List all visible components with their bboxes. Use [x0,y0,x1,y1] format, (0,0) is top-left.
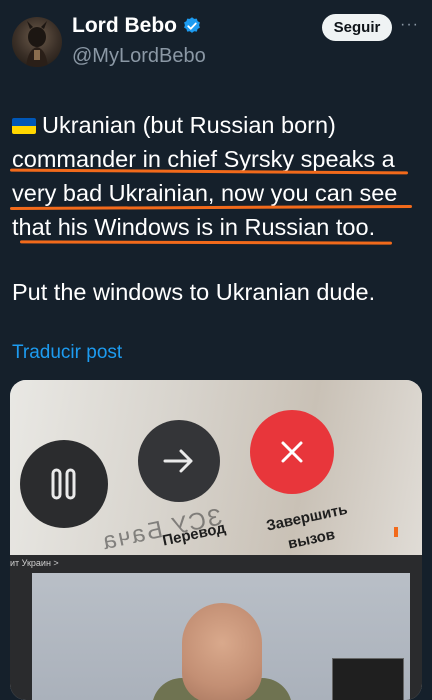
forward-arrow-icon [138,420,220,502]
person-head [182,603,262,700]
highlight-underline [19,240,393,245]
follow-button[interactable]: Seguir [322,14,392,41]
tweet-line-1: Ukranian (but Russian born) [12,108,422,142]
tweet-media[interactable]: ЗСУ Бача Перевод Завершить вызов ит Укра… [10,380,422,700]
tweet-text-line-2: Put the windows to Ukranian dude. [12,279,376,305]
display-name[interactable]: Lord Bebo [72,14,177,38]
pause-icon [20,440,108,528]
verified-badge-icon [184,17,200,33]
more-options-icon[interactable]: ··· [400,16,419,34]
tweet-line-4: that his Windows is in Russian too. [12,214,376,240]
translate-post-link[interactable]: Traducir post [12,342,122,364]
orange-mark [394,527,398,537]
screen-breadcrumb: ит Украин > [10,558,59,568]
small-video-thumbnail [332,658,404,700]
user-handle[interactable]: @MyLordBebo [72,45,206,68]
computer-screen: ит Украин > [10,555,422,700]
video-call-frame [32,573,410,700]
name-row: Lord Bebo [72,14,202,38]
avatar[interactable] [12,17,62,67]
tweet-text: Ukranian (but Russian born) commander in… [12,108,422,244]
end-call-x-icon [250,410,334,494]
ukraine-flag-icon [12,118,36,134]
tweet-header: Lord Bebo @MyLordBebo Seguir ··· [0,0,432,80]
